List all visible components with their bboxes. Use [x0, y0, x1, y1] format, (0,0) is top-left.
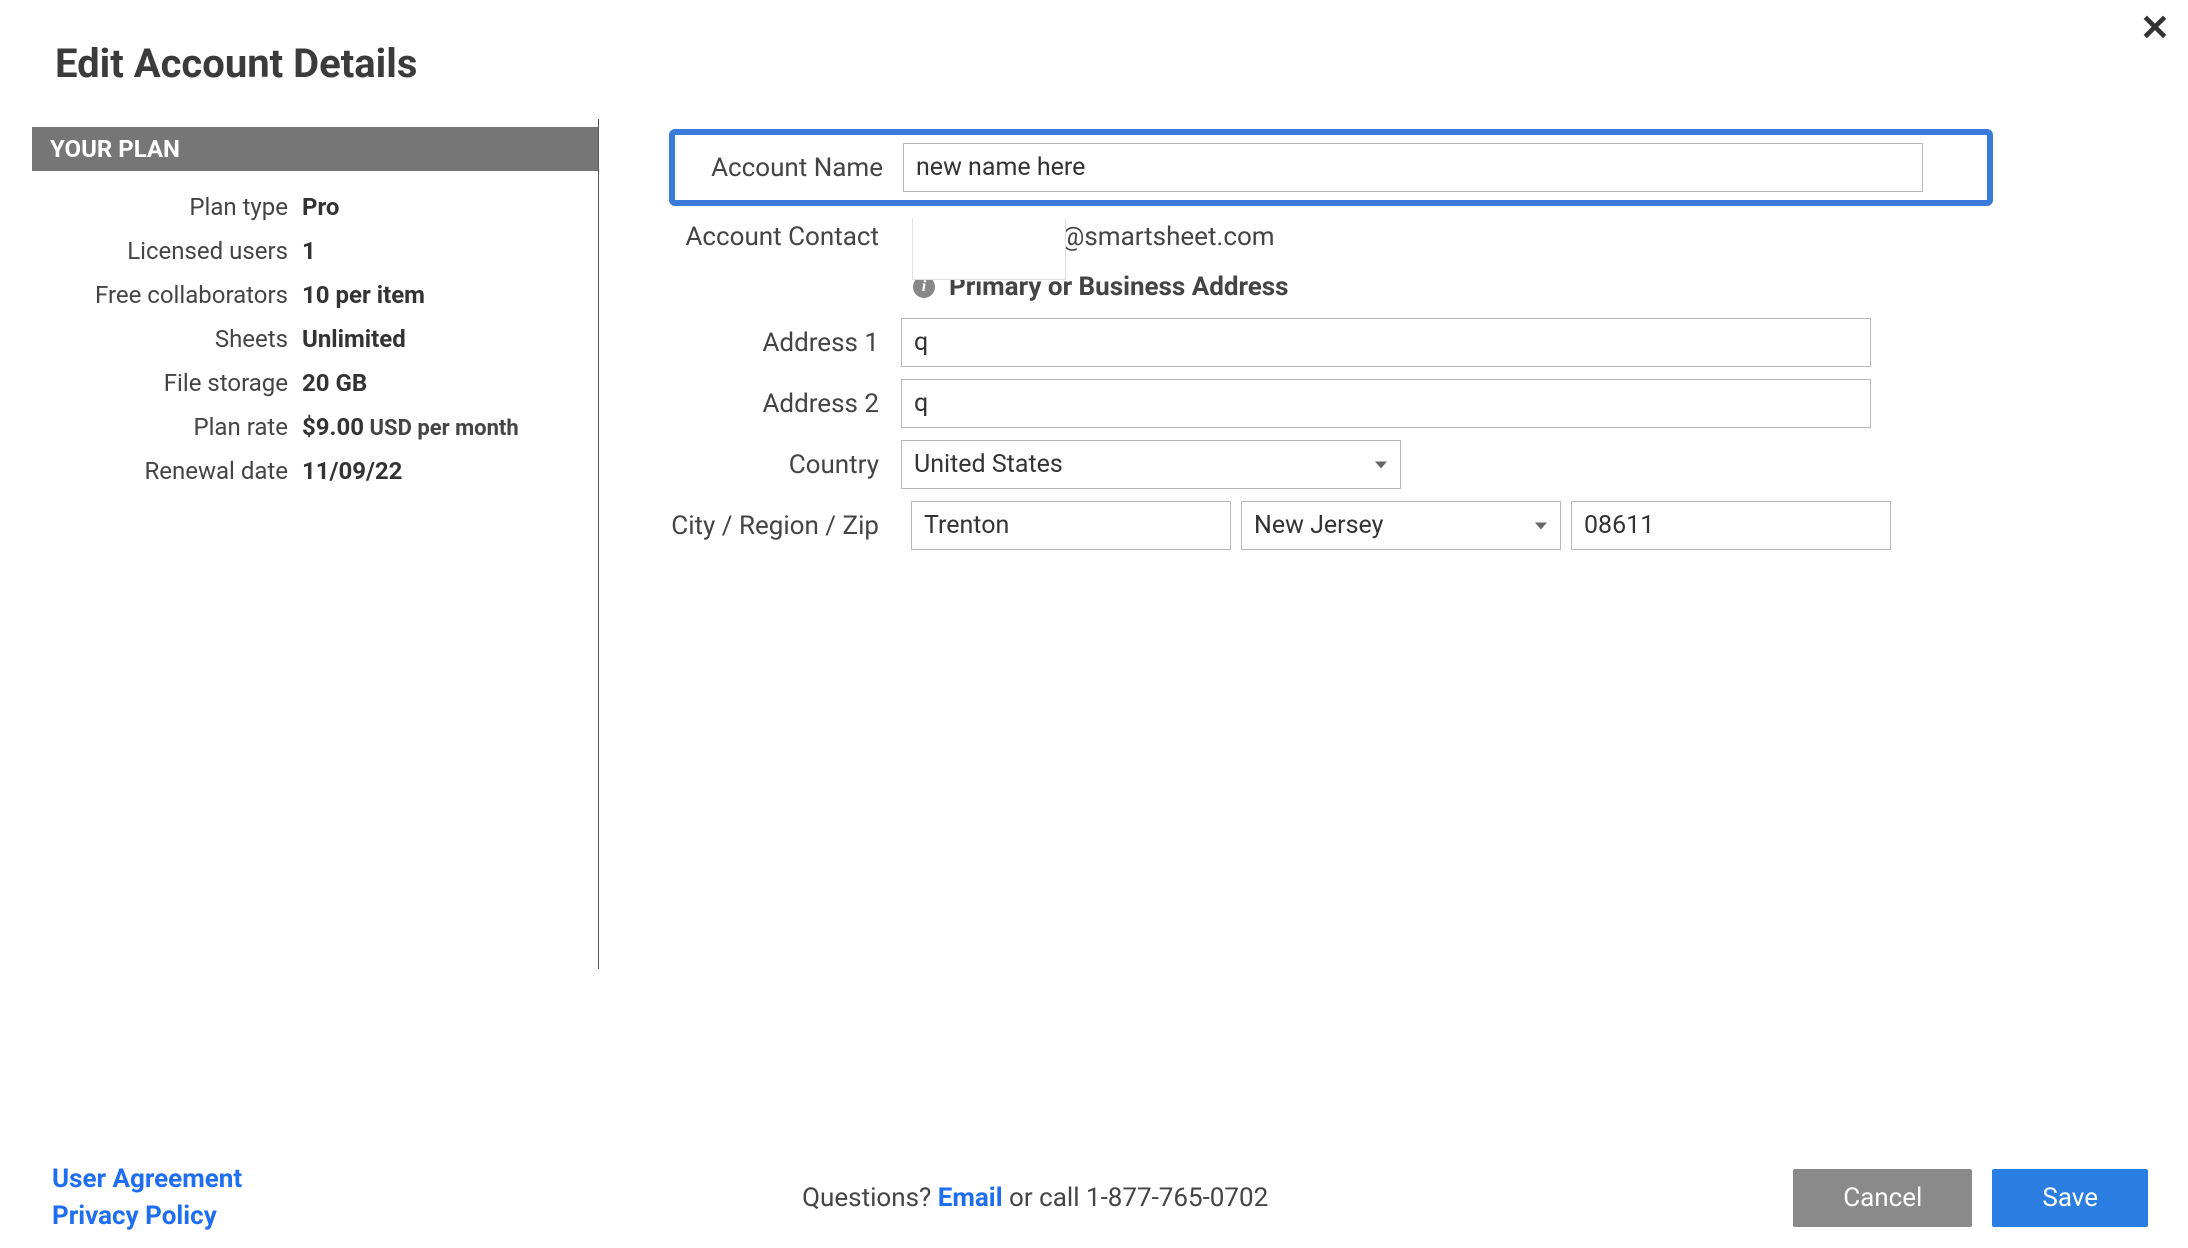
- footer: User Agreement Privacy Policy Questions?…: [0, 1161, 2188, 1234]
- country-row: Country: [669, 434, 2188, 495]
- account-name-label: Account Name: [685, 153, 903, 183]
- account-contact-row: Account Contact @smartsheet.com: [669, 210, 2188, 266]
- main-form: Account Name Account Contact @smartsheet…: [599, 127, 2188, 969]
- free-collab-value: 10 per item: [302, 281, 425, 309]
- footer-buttons: Cancel Save: [1793, 1169, 2148, 1227]
- city-input[interactable]: [911, 501, 1231, 550]
- plan-row-type: Plan type Pro: [32, 185, 598, 229]
- plan-rate-amount: $9.00: [302, 413, 364, 441]
- plan-rate-label: Plan rate: [32, 413, 302, 441]
- region-select[interactable]: [1241, 501, 1561, 550]
- plan-row-collab: Free collaborators 10 per item: [32, 273, 598, 317]
- sheets-label: Sheets: [32, 325, 302, 353]
- privacy-policy-link[interactable]: Privacy Policy: [52, 1198, 242, 1234]
- country-select-wrap[interactable]: [901, 440, 1401, 489]
- address1-label: Address 1: [669, 328, 901, 358]
- account-name-input[interactable]: [903, 143, 1923, 192]
- account-contact-mask: [912, 218, 1066, 280]
- licensed-users-value: 1: [302, 237, 316, 265]
- plan-row-licensed: Licensed users 1: [32, 229, 598, 273]
- address-section-header: i Primary or Business Address: [669, 266, 2188, 312]
- questions-prefix: Questions?: [802, 1183, 938, 1213]
- plan-row-sheets: Sheets Unlimited: [32, 317, 598, 361]
- cancel-button[interactable]: Cancel: [1793, 1169, 1972, 1227]
- close-icon[interactable]: ✕: [2140, 10, 2170, 46]
- user-agreement-link[interactable]: User Agreement: [52, 1161, 242, 1197]
- plan-type-value: Pro: [302, 193, 339, 221]
- file-storage-value: 20 GB: [302, 369, 367, 397]
- plan-header: YOUR PLAN: [32, 127, 598, 171]
- licensed-users-label: Licensed users: [32, 237, 302, 265]
- address1-input[interactable]: [901, 318, 1871, 367]
- zip-input[interactable]: [1571, 501, 1891, 550]
- email-link[interactable]: Email: [938, 1183, 1003, 1213]
- footer-links: User Agreement Privacy Policy: [52, 1161, 242, 1234]
- country-select[interactable]: [901, 440, 1401, 489]
- address2-label: Address 2: [669, 389, 901, 419]
- renewal-value: 11/09/22: [302, 457, 402, 485]
- address1-row: Address 1: [669, 312, 2188, 373]
- file-storage-label: File storage: [32, 369, 302, 397]
- footer-questions: Questions? Email or call 1-877-765-0702: [242, 1183, 1793, 1213]
- renewal-label: Renewal date: [32, 457, 302, 485]
- country-label: Country: [669, 450, 901, 480]
- address2-input[interactable]: [901, 379, 1871, 428]
- plan-row-storage: File storage 20 GB: [32, 361, 598, 405]
- questions-suffix: or call 1-877-765-0702: [1003, 1183, 1269, 1213]
- city-region-zip-label: City / Region / Zip: [669, 511, 901, 541]
- region-select-wrap[interactable]: [1241, 501, 1561, 550]
- sheets-value: Unlimited: [302, 325, 406, 353]
- plan-rate-value: $9.00 USD per month: [302, 413, 519, 441]
- account-contact-label: Account Contact: [669, 218, 901, 252]
- plan-rate-sub: USD per month: [364, 416, 519, 441]
- free-collab-label: Free collaborators: [32, 281, 302, 309]
- plan-row-renewal: Renewal date 11/09/22: [32, 449, 598, 493]
- account-name-row-highlight: Account Name: [669, 129, 1993, 206]
- plan-row-rate: Plan rate $9.00 USD per month: [32, 405, 598, 449]
- city-region-zip-row: City / Region / Zip: [669, 495, 2188, 556]
- page-title: Edit Account Details: [0, 0, 2188, 87]
- save-button[interactable]: Save: [1992, 1169, 2148, 1227]
- address2-row: Address 2: [669, 373, 2188, 434]
- plan-type-label: Plan type: [32, 193, 302, 221]
- sidebar: YOUR PLAN Plan type Pro Licensed users 1…: [32, 127, 598, 969]
